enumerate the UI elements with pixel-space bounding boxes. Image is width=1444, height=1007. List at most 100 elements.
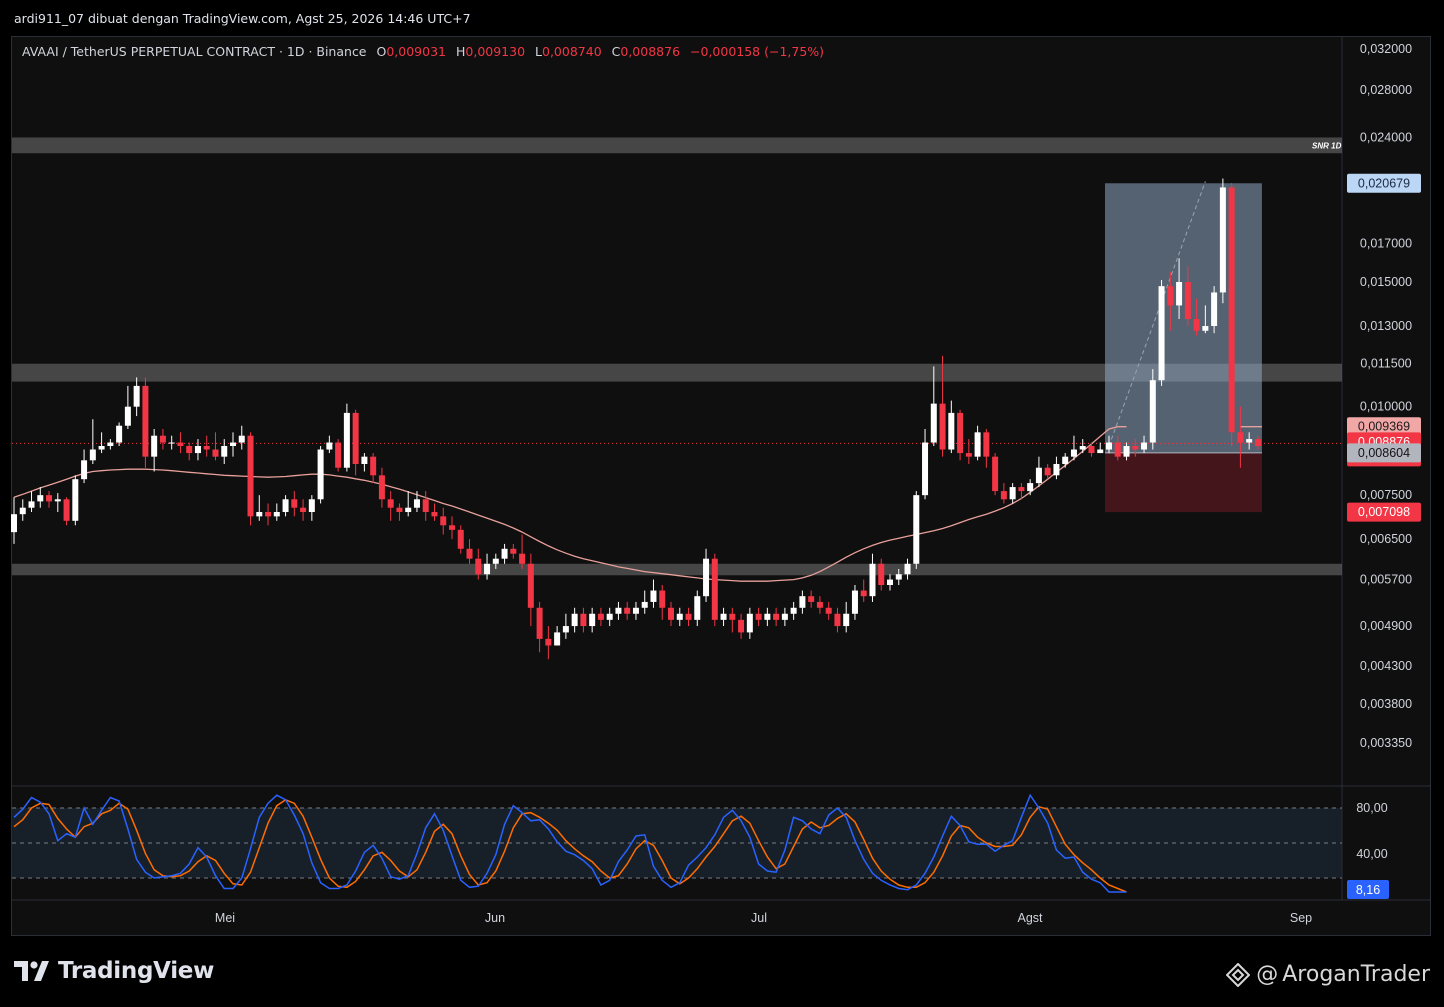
- candle-body: [834, 613, 841, 627]
- candle-body: [116, 425, 123, 443]
- candle-body: [965, 453, 972, 457]
- candle-body: [212, 449, 219, 457]
- legend-change: −0,000158 (−1,75%): [690, 44, 825, 59]
- price-tick-label: 0,004900: [1360, 619, 1412, 633]
- price-tick-label: 0,004300: [1360, 659, 1412, 673]
- candle-body: [361, 456, 368, 464]
- price-tick-label: 0,003350: [1360, 736, 1412, 750]
- price-tick-label: 0,024000: [1360, 130, 1412, 144]
- price-badge-target: 0,020679: [1347, 173, 1421, 193]
- candle: [116, 422, 123, 447]
- candle-body: [729, 613, 736, 620]
- candle-body: [1035, 467, 1042, 484]
- binance-diamond-icon: [1226, 962, 1251, 987]
- candle-body: [387, 499, 394, 508]
- watermark-name: AroganTrader: [1282, 962, 1430, 987]
- candle-body: [1088, 446, 1095, 454]
- candle-body: [668, 607, 674, 620]
- candle-body: [37, 495, 44, 502]
- candle: [1228, 182, 1235, 447]
- candle-body: [895, 574, 902, 580]
- candle-body: [1106, 442, 1112, 450]
- legend-low-value: 0,008740: [542, 44, 602, 59]
- price-badge-text: 0,009369: [1358, 420, 1410, 434]
- snr-zone-label: SNR 1D: [1312, 141, 1342, 150]
- candle-body: [449, 525, 455, 530]
- candle-body: [151, 435, 158, 457]
- candle-body: [413, 499, 420, 508]
- snr-zone: [12, 563, 1342, 576]
- candle-body: [816, 601, 823, 608]
- candle: [992, 453, 999, 496]
- time-tick-label: Mei: [215, 911, 235, 925]
- candle-body: [98, 446, 105, 450]
- candle-body: [913, 495, 920, 564]
- candle-body: [81, 460, 88, 480]
- candle-body: [265, 512, 272, 517]
- candle-body: [19, 507, 26, 515]
- candle: [343, 403, 350, 472]
- candle-body: [650, 590, 657, 602]
- price-badges: 0,0206790,0093690,00887616:13:160,008604…: [1347, 173, 1421, 522]
- candle-body: [335, 442, 342, 468]
- candle-body: [1062, 456, 1069, 464]
- author-watermark: @ AroganTrader: [1226, 962, 1430, 987]
- candle-body: [1149, 380, 1156, 443]
- candle-body: [615, 607, 622, 614]
- candle-body: [247, 435, 254, 517]
- tradingview-brand: TradingView: [58, 958, 215, 984]
- candle-body: [974, 432, 981, 457]
- candle-body: [177, 442, 184, 447]
- price-tick-label: 0,011500: [1360, 357, 1411, 371]
- candle-body: [799, 596, 806, 608]
- candle-body: [703, 558, 710, 597]
- candle-body: [624, 607, 631, 614]
- price-tick-label: 0,006500: [1360, 532, 1412, 546]
- legend-low-label: L: [535, 44, 542, 59]
- candle: [247, 432, 254, 526]
- candle-body: [133, 385, 140, 407]
- candle-body: [440, 516, 447, 526]
- candle: [957, 409, 964, 461]
- price-tick-label: 0,005700: [1360, 573, 1412, 587]
- legend-symbol[interactable]: AVAAI / TetherUS PERPETUAL CONTRACT · 1D…: [22, 44, 367, 59]
- candle-body: [89, 449, 96, 461]
- candle-body: [501, 548, 508, 559]
- candle-body: [291, 499, 298, 508]
- candle-body: [589, 613, 596, 627]
- candle-body: [545, 638, 552, 646]
- candle-body: [606, 613, 613, 620]
- candle-body: [694, 596, 701, 620]
- candle-body: [825, 607, 832, 614]
- candle-body: [326, 442, 333, 450]
- candle-body: [492, 558, 499, 564]
- candle-body: [869, 563, 876, 597]
- price-badge-stop: 0,007098: [1347, 502, 1421, 522]
- candle-body: [1202, 326, 1209, 331]
- candle-body: [308, 499, 315, 513]
- candle: [1149, 369, 1156, 450]
- candle-body: [1000, 491, 1007, 500]
- candle-body: [764, 613, 771, 620]
- candle: [913, 491, 920, 569]
- candle-body: [466, 548, 473, 559]
- candle: [1219, 178, 1226, 304]
- candle-body: [1184, 282, 1191, 319]
- chart-canvas[interactable]: SNR 1D0,0320000,0280000,0240000,0170000,…: [0, 0, 1444, 936]
- price-tick-label: 0,015000: [1360, 275, 1412, 289]
- legend-open-value: 0,009031: [386, 44, 446, 59]
- candle-body: [273, 512, 280, 517]
- candle-body: [1009, 487, 1016, 500]
- candle-body: [1114, 442, 1121, 457]
- candle-body: [711, 558, 718, 620]
- candle-body: [1158, 286, 1165, 381]
- candle-body: [738, 619, 745, 633]
- candle-body: [536, 607, 543, 639]
- stoch-pane: 80,00 40,00 8,16: [12, 793, 1389, 899]
- candle-body: [554, 632, 561, 646]
- candle-body: [720, 613, 727, 620]
- candle-body: [1053, 463, 1060, 476]
- legend-high-value: 0,009130: [465, 44, 526, 59]
- candle-body: [983, 432, 990, 457]
- tradingview-logo[interactable]: TradingView: [14, 956, 214, 986]
